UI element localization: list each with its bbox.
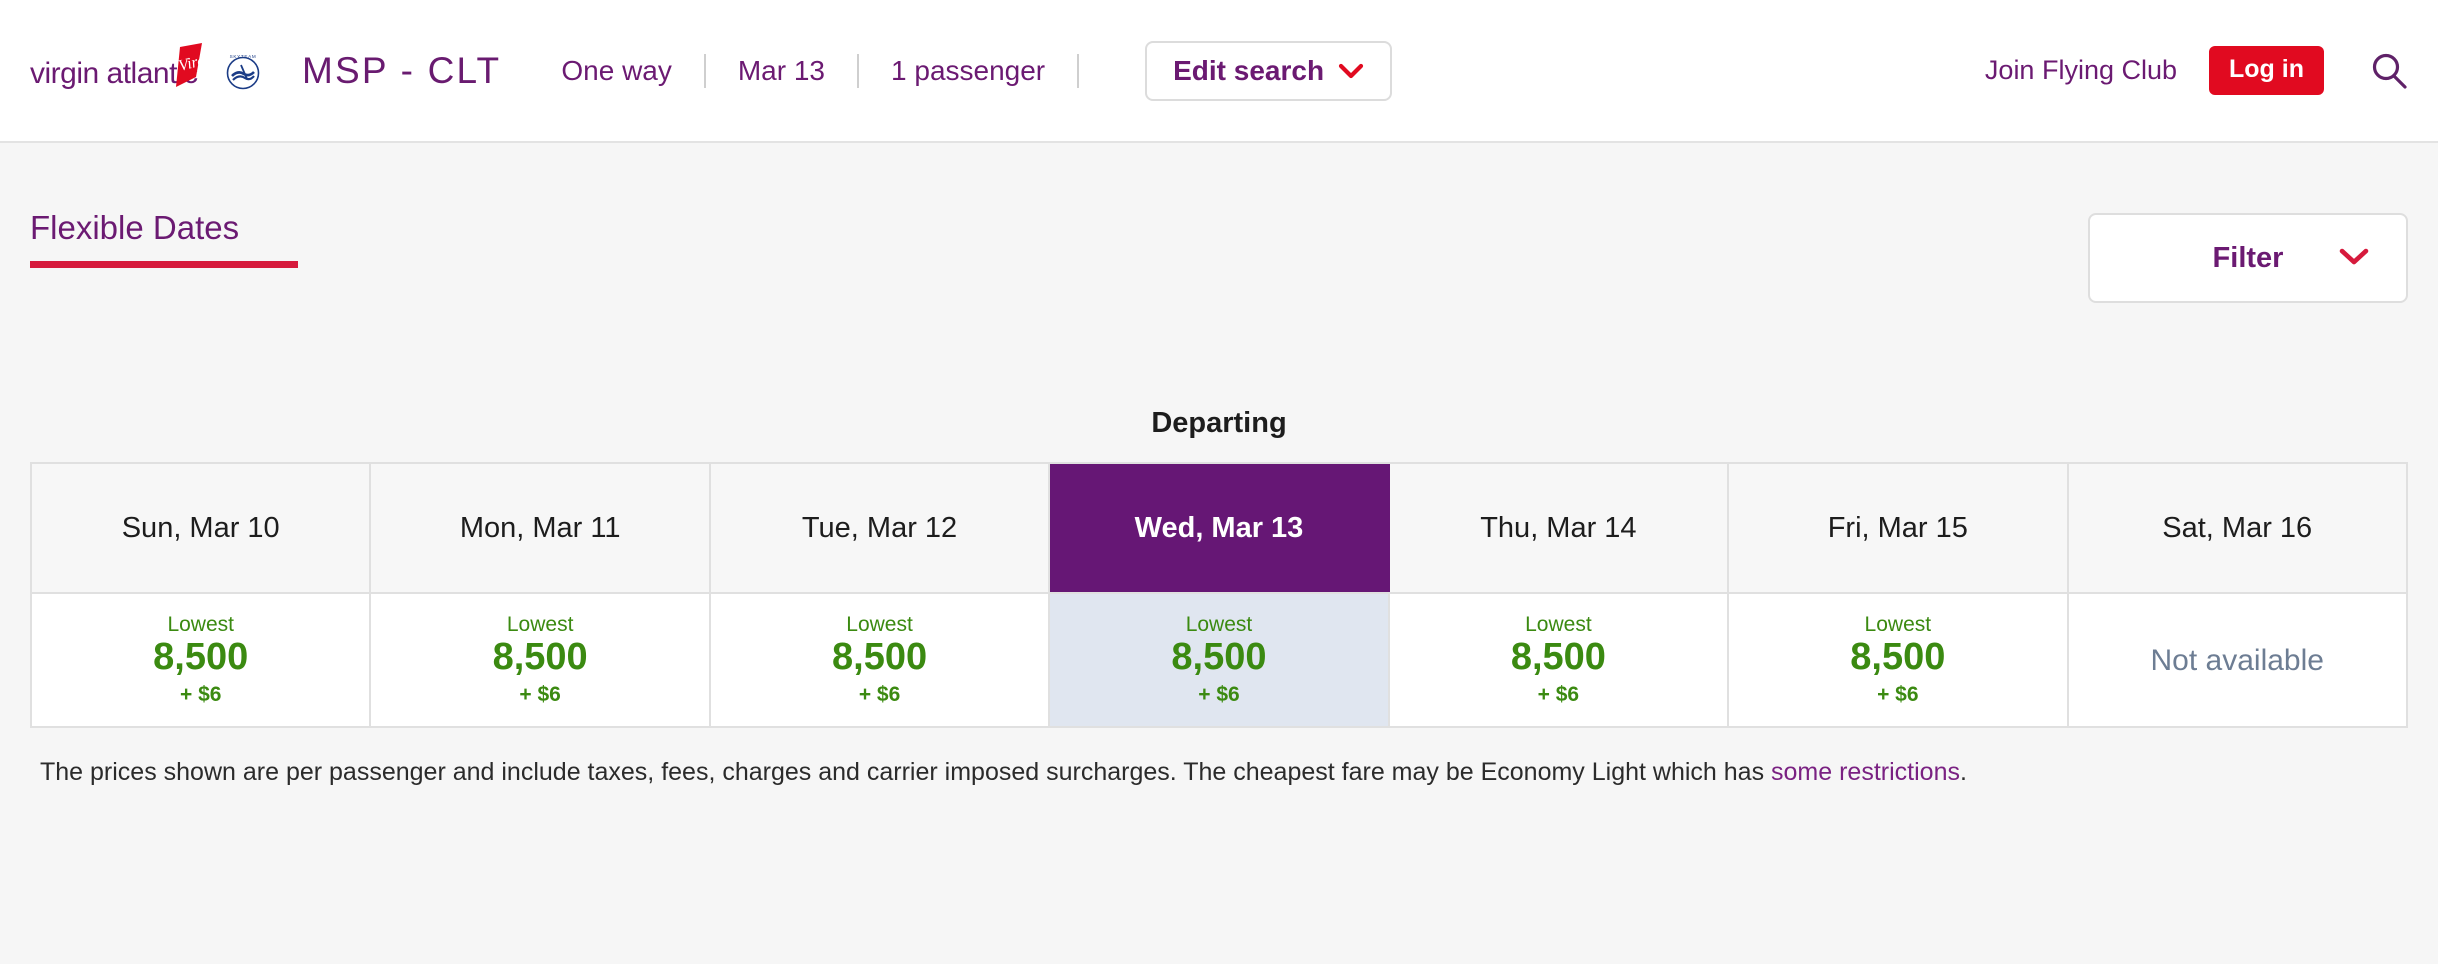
date-label: Tue, Mar 12	[801, 511, 958, 544]
date-label: Wed, Mar 13	[1134, 511, 1304, 544]
table-price-row: Lowest 8,500 + $6 Lowest 8,500 + $6 Lowe…	[32, 592, 2406, 726]
nav-divider	[1077, 53, 1080, 88]
join-flying-club-link[interactable]: Join Flying Club	[1985, 55, 2177, 86]
disclaimer-suffix: .	[1959, 758, 1967, 786]
price-cell[interactable]: Lowest 8,500 + $6	[710, 594, 1051, 726]
page-content: Flexible Dates Filter Departing Sun, Mar…	[0, 143, 2438, 789]
disclaimer-text: The prices shown are per passenger and i…	[40, 758, 1772, 786]
svg-text:virgin atlantic: virgin atlantic	[30, 57, 198, 90]
date-label: Fri, Mar 15	[1827, 511, 1968, 544]
table-header-row: Sun, Mar 10 Mon, Mar 11 Tue, Mar 12 Wed,…	[32, 464, 2406, 592]
price-tax: + $6	[1877, 683, 1919, 707]
price-tax: + $6	[858, 683, 901, 707]
lowest-label: Lowest	[846, 613, 913, 637]
price-cell-unavailable: Not available	[2068, 594, 2406, 726]
not-available-label: Not available	[2150, 644, 2324, 677]
brand-area[interactable]: virgin atlantic Virgin SKYTEAM	[30, 42, 264, 99]
toolbar-row: Flexible Dates Filter	[30, 143, 2408, 303]
date-label: Sat, Mar 16	[2162, 511, 2313, 544]
date-header-cell-selected[interactable]: Wed, Mar 13	[1050, 464, 1390, 592]
price-points: 8,500	[492, 636, 588, 679]
price-disclaimer: The prices shown are per passenger and i…	[30, 756, 2408, 789]
filter-label: Filter	[2212, 241, 2284, 274]
date-label: Sun, Mar 10	[121, 511, 280, 544]
date-label: Mon, Mar 11	[459, 511, 621, 544]
price-cell-selected[interactable]: Lowest 8,500 + $6	[1050, 594, 1390, 726]
price-tax: + $6	[179, 683, 222, 707]
price-cell[interactable]: Lowest 8,500 + $6	[1389, 594, 1730, 726]
price-points: 8,500	[832, 636, 928, 679]
chevron-down-icon	[1324, 62, 1364, 80]
search-summary: One way Mar 13 1 passenger Edit search	[557, 40, 1393, 101]
date-header-cell[interactable]: Mon, Mar 11	[371, 464, 711, 592]
date-header-cell[interactable]: Fri, Mar 15	[1729, 464, 2069, 592]
header-actions: Join Flying Club Log in	[1985, 46, 2410, 95]
lowest-label: Lowest	[167, 613, 234, 637]
site-header: virgin atlantic Virgin SKYTEAM MSP - CLT…	[0, 0, 2438, 143]
date-header-cell[interactable]: Tue, Mar 12	[710, 464, 1051, 592]
passenger-count-value[interactable]: 1 passenger	[887, 55, 1049, 87]
price-tax: + $6	[519, 683, 561, 707]
lowest-label: Lowest	[1185, 613, 1253, 637]
tab-active-underline	[30, 261, 298, 268]
virgin-atlantic-logo[interactable]: virgin atlantic Virgin	[30, 42, 208, 99]
some-restrictions-link[interactable]: some restrictions	[1771, 758, 1960, 786]
nav-divider	[703, 53, 706, 88]
route-title: MSP - CLT	[302, 49, 502, 91]
date-header-cell[interactable]: Thu, Mar 14	[1389, 464, 1730, 592]
price-cell[interactable]: Lowest 8,500 + $6	[371, 594, 711, 726]
price-cell[interactable]: Lowest 8,500 + $6	[32, 594, 372, 726]
price-tax: + $6	[1198, 683, 1240, 707]
skyteam-logo: SKYTEAM	[208, 50, 264, 92]
nav-divider	[857, 53, 860, 88]
edit-search-label: Edit search	[1173, 54, 1325, 86]
lowest-label: Lowest	[1525, 613, 1592, 637]
trip-type-value[interactable]: One way	[557, 55, 676, 87]
lowest-label: Lowest	[1864, 613, 1932, 637]
price-points: 8,500	[1171, 636, 1267, 679]
travel-date-value[interactable]: Mar 13	[734, 55, 829, 87]
lowest-label: Lowest	[506, 613, 574, 637]
price-points: 8,500	[1850, 636, 1946, 679]
price-points: 8,500	[1510, 636, 1606, 679]
price-points: 8,500	[153, 636, 249, 679]
price-tax: + $6	[1537, 683, 1580, 707]
flexible-dates-table: Sun, Mar 10 Mon, Mar 11 Tue, Mar 12 Wed,…	[30, 462, 2408, 728]
date-header-cell[interactable]: Sun, Mar 10	[32, 464, 372, 592]
filter-dropdown[interactable]: Filter	[2088, 213, 2408, 303]
edit-search-button[interactable]: Edit search	[1145, 40, 1393, 101]
tab-flexible-dates-label: Flexible Dates	[30, 209, 240, 246]
svg-text:SKYTEAM: SKYTEAM	[230, 54, 257, 59]
tab-flexible-dates[interactable]: Flexible Dates	[30, 209, 298, 268]
date-label: Thu, Mar 14	[1480, 511, 1637, 544]
chevron-down-icon	[2338, 246, 2370, 271]
search-icon[interactable]	[2368, 50, 2410, 92]
price-cell[interactable]: Lowest 8,500 + $6	[1729, 594, 2069, 726]
login-button[interactable]: Log in	[2209, 46, 2324, 95]
date-header-cell[interactable]: Sat, Mar 16	[2068, 464, 2406, 592]
departing-heading: Departing	[1151, 407, 1287, 439]
